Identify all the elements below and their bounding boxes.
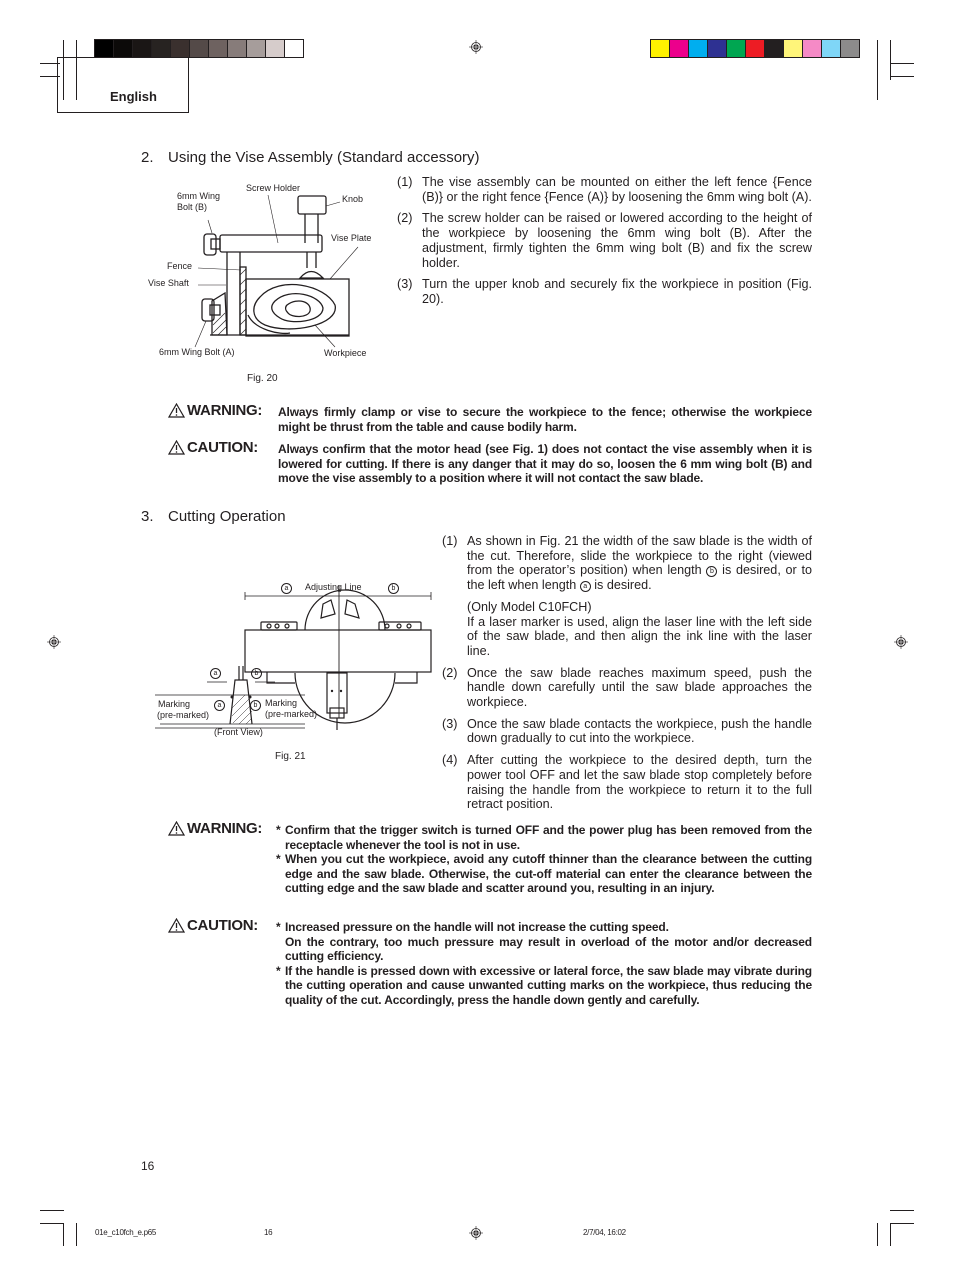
label-front-view: (Front View) (214, 727, 263, 737)
color-swatch (822, 40, 840, 57)
section-heading-vise: 2. Using the Vise Assembly (Standard acce… (141, 149, 480, 166)
warning-label: WARNING: (187, 402, 263, 419)
length-b-marker: b (706, 566, 718, 578)
label-wing-bolt-a: 6mm Wing Bolt (A) (159, 347, 235, 357)
label-screw-holder: Screw Holder (246, 183, 301, 193)
cutting-step-1: (1) As shown in Fig. 21 the width of the… (442, 534, 812, 658)
label-wing-bolt-b: 6mm Wing (177, 191, 221, 201)
gray-swatch (95, 40, 113, 57)
caution-bullet: * Increased pressure on the handle will … (276, 920, 812, 964)
label-adjusting-line: Adjusting Line (305, 582, 362, 592)
gray-swatch (209, 40, 227, 57)
color-swatch (841, 40, 859, 57)
label-vise-plate: Vise Plate (331, 233, 372, 243)
color-swatch (765, 40, 783, 57)
warning-text: Always firmly clamp or vise to secure th… (278, 405, 812, 434)
length-a-marker: a (579, 581, 591, 593)
gray-swatch (133, 40, 151, 57)
warning-label: WARNING: (187, 820, 263, 837)
vise-step-1: (1) The vise assembly can be mounted on … (397, 175, 812, 204)
label-premarked-left: (pre-marked) (157, 710, 210, 720)
model-note: (Only Model C10FCH) (467, 599, 592, 614)
registration-mark-icon (47, 635, 61, 649)
gray-swatch (152, 40, 170, 57)
vise-step-3: (3) Turn the upper knob and securely fix… (397, 277, 812, 306)
footer-file-name: 01e_c10fch_e.p65 (95, 1228, 157, 1237)
label-a-mid: a (210, 668, 221, 679)
registration-mark-icon (894, 635, 908, 649)
cutting-step-3: (3) Once the saw blade contacts the work… (442, 716, 812, 746)
language-tab: English (57, 57, 189, 113)
vise-warning: WARNING: Always firmly clamp or vise to … (168, 402, 812, 434)
footer-file-page: 16 (264, 1228, 273, 1237)
footer-timestamp: 2/7/04, 16:02 (583, 1228, 626, 1237)
grayscale-color-bar (94, 39, 304, 58)
caution-triangle-icon (168, 918, 185, 933)
label-b-top: b (388, 583, 399, 594)
label-knob: Knob (342, 194, 364, 204)
gray-swatch (171, 40, 189, 57)
color-swatch (746, 40, 764, 57)
cutting-caution: CAUTION: * Increased pressure on the han… (168, 917, 812, 1008)
label-b-low: b (250, 700, 261, 711)
section-heading-cutting: 3. Cutting Operation (141, 508, 286, 525)
warning-triangle-icon (168, 403, 185, 418)
label-marking-left: Marking (158, 699, 191, 709)
label-a-top: a (281, 583, 292, 594)
gray-swatch (285, 40, 303, 57)
registration-mark-icon (469, 40, 483, 54)
gray-swatch (247, 40, 265, 57)
figure-20-caption: Fig. 20 (247, 373, 278, 384)
color-swatch (708, 40, 726, 57)
gray-swatch (190, 40, 208, 57)
cutting-warning: WARNING: * Confirm that the trigger swit… (168, 820, 812, 896)
label-wing-bolt-b-2: Bolt (B) (177, 202, 208, 212)
caution-label: CAUTION: (187, 917, 258, 934)
warning-bullet: * Confirm that the trigger switch is tur… (276, 823, 812, 852)
caution-triangle-icon (168, 440, 185, 455)
label-fence: Fence (167, 261, 193, 271)
caution-bullet: * If the handle is pressed down with exc… (276, 963, 812, 1007)
cutting-step-2: (2) Once the saw blade reaches maximum s… (442, 665, 812, 710)
label-a-low: a (214, 700, 225, 711)
vise-step-2: (2) The screw holder can be raised or lo… (397, 211, 812, 270)
color-swatch (651, 40, 669, 57)
gray-swatch (114, 40, 132, 57)
laser-instructions: If a laser marker is used, align the las… (467, 614, 812, 658)
cutting-step-4: (4) After cutting the workpiece to the d… (442, 753, 812, 812)
cutting-steps-list: (1) As shown in Fig. 21 the width of the… (442, 534, 812, 819)
language-label: English (110, 89, 157, 104)
label-marking-right: Marking (265, 698, 298, 708)
label-workpiece: Workpiece (324, 348, 367, 358)
label-premarked-right: (pre-marked) (265, 709, 318, 719)
registration-mark-icon (469, 1226, 483, 1240)
color-swatch (803, 40, 821, 57)
label-b-mid: b (251, 668, 262, 679)
warning-triangle-icon (168, 821, 185, 836)
gray-swatch (266, 40, 284, 57)
warning-bullet: * When you cut the workpiece, avoid any … (276, 852, 812, 896)
color-swatch (784, 40, 802, 57)
color-swatch (727, 40, 745, 57)
gray-swatch (228, 40, 246, 57)
color-swatch (689, 40, 707, 57)
process-color-bar (650, 39, 860, 58)
label-vise-shaft: Vise Shaft (148, 278, 189, 288)
caution-label: CAUTION: (187, 439, 258, 456)
page-number: 16 (141, 1159, 155, 1173)
caution-text: Always confirm that the motor head (see … (278, 442, 812, 486)
figure-21-caption: Fig. 21 (275, 751, 306, 762)
vise-steps-list: (1) The vise assembly can be mounted on … (397, 175, 812, 314)
vise-caution: CAUTION: Always confirm that the motor h… (168, 439, 812, 486)
color-swatch (670, 40, 688, 57)
